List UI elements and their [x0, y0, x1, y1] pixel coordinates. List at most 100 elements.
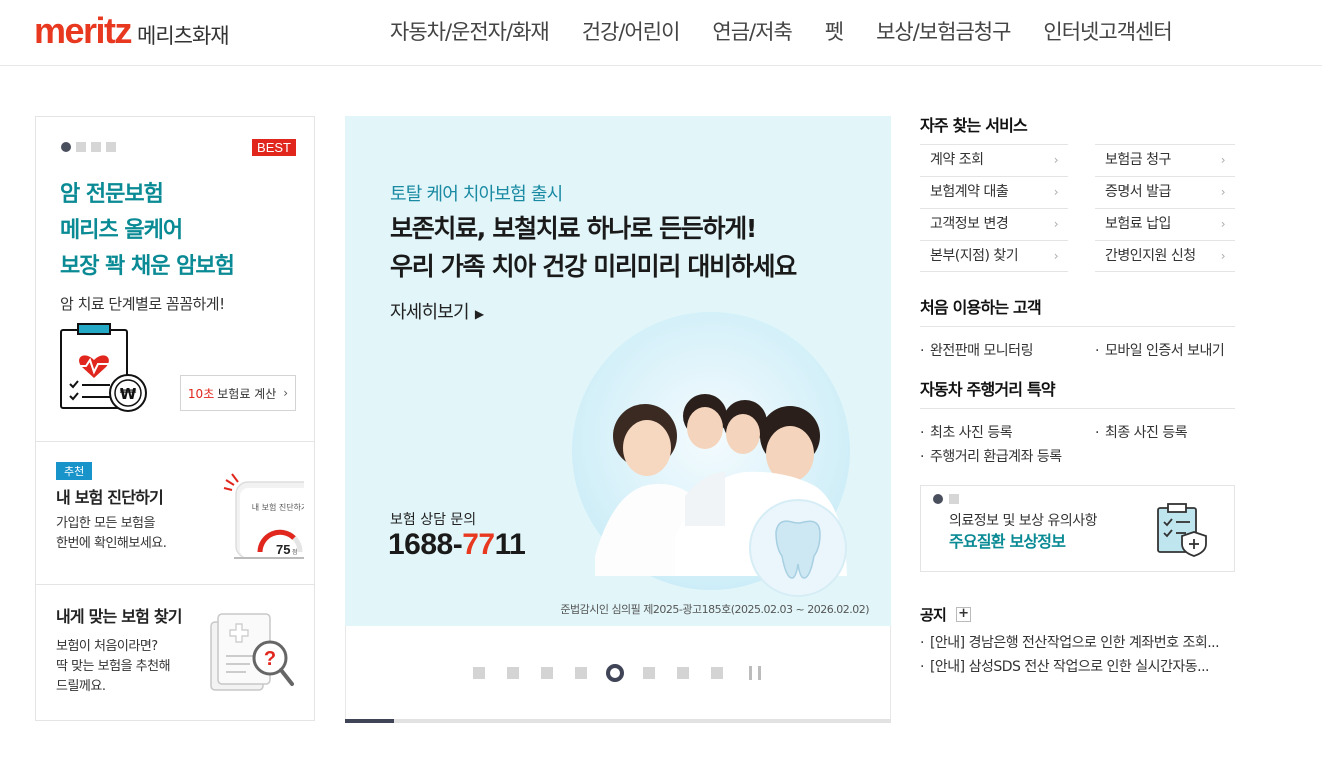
- svg-text:₩: ₩: [120, 385, 137, 403]
- banner-slide-dot[interactable]: [677, 667, 689, 679]
- banner-more-link[interactable]: 자세히보기 ▶: [390, 298, 484, 324]
- banner-slide-dot[interactable]: [643, 667, 655, 679]
- service-claim[interactable]: 보험금 청구 ›: [1095, 144, 1235, 176]
- promo-slide-indicator: [61, 142, 121, 152]
- medical-info-banner[interactable]: 의료정보 및 보상 유의사항 주요질환 보상정보: [920, 485, 1235, 572]
- banner-slide-dot[interactable]: [575, 667, 587, 679]
- best-badge: BEST: [252, 139, 296, 156]
- nav-claims[interactable]: 보상/보험금청구: [876, 16, 1011, 46]
- find-insurance-card[interactable]: 내게 맞는 보험 찾기 보험이 처음이라면? 딱 맞는 보험을 추천해 드릴께요…: [36, 585, 314, 720]
- notice-title: 공지: [920, 606, 947, 624]
- find-text: 보험이 처음이라면? 딱 맞는 보험을 추천해 드릴께요.: [56, 637, 171, 697]
- service-label: 보험료 납입: [1105, 216, 1171, 232]
- banner-headline: 보존치료, 보철치료 하나로 든든하게! 우리 가족 치아 건강 미리미리 대비…: [390, 210, 797, 286]
- tooth-icon: [749, 499, 847, 597]
- service-label: 본부(지점) 찾기: [930, 248, 1019, 264]
- premium-calc-button[interactable]: 10초 보험료 계산 ›: [180, 375, 296, 411]
- find-text-line: 딱 맞는 보험을 추천해: [56, 659, 171, 674]
- service-label: 고객정보 변경: [930, 216, 1009, 232]
- main-banner[interactable]: 토탈 케어 치아보험 출시 보존치료, 보철치료 하나로 든든하게! 우리 가족…: [345, 116, 891, 626]
- logo[interactable]: meritz 메리츠화재: [34, 10, 230, 52]
- diagnosis-text-line: 한번에 확인해보세요.: [56, 536, 167, 551]
- banner-pager: [345, 626, 891, 720]
- plus-icon[interactable]: +: [956, 607, 972, 622]
- insurance-diagnosis-card[interactable]: 추천 내 보험 진단하기 가입한 모든 보험을 한번에 확인해보세요. 내 보험…: [36, 442, 314, 585]
- promo-slide-dot[interactable]: [76, 142, 86, 152]
- banner-slide-indicator: [473, 664, 761, 682]
- chevron-right-icon: ›: [1053, 153, 1059, 167]
- chevron-right-icon: ›: [1220, 217, 1226, 231]
- link-final-photo[interactable]: 최종 사진 등록: [1095, 422, 1188, 442]
- banner-progress: [345, 719, 891, 723]
- info-line1: 의료정보 및 보상 유의사항: [949, 513, 1098, 529]
- banner-slide-dot[interactable]: [711, 667, 723, 679]
- link-refund-account[interactable]: 주행거리 환급계좌 등록: [920, 446, 1062, 466]
- recommend-tag: 추천: [56, 462, 93, 480]
- notice-item[interactable]: [안내] 삼성SDS 전산 작업으로 인한 실시간자동...: [920, 656, 1235, 676]
- nav-customer-center[interactable]: 인터넷고객센터: [1043, 16, 1172, 46]
- banner-slide-dot[interactable]: [507, 667, 519, 679]
- nav-pet[interactable]: 펫: [825, 16, 844, 46]
- promo-slide-dot[interactable]: [91, 142, 101, 152]
- calc-highlight: 10초: [187, 386, 215, 401]
- chevron-right-icon: ›: [283, 386, 289, 400]
- banner-slide-dot[interactable]: [541, 667, 553, 679]
- document-search-icon: ?: [210, 613, 294, 691]
- medical-document-shield-icon: [1157, 503, 1207, 557]
- service-certificate[interactable]: 증명서 발급 ›: [1095, 176, 1235, 208]
- service-caregiver-support[interactable]: 간병인지원 신청 ›: [1095, 240, 1235, 272]
- phone-diagnosis-icon: 내 보험 진단하기 75 점: [223, 473, 304, 559]
- service-contract-inquiry[interactable]: 계약 조회 ›: [920, 144, 1068, 176]
- frequent-services-title: 자주 찾는 서비스: [920, 116, 1028, 135]
- banner-more-label: 자세히보기: [390, 302, 470, 323]
- find-text-line: 보험이 처음이라면?: [56, 639, 158, 654]
- services-column: 계약 조회 › 보험계약 대출 › 고객정보 변경 › 본부(지점) 찾기 ›: [920, 144, 1068, 272]
- promo-slide-dot-active[interactable]: [61, 142, 71, 152]
- info-slide-dot-active[interactable]: [933, 494, 943, 504]
- notice-item[interactable]: [안내] 경남은행 전산작업으로 인한 계좌번호 조회...: [920, 632, 1235, 652]
- banner-slide-dot-active[interactable]: [606, 664, 624, 682]
- promo-slide-dot[interactable]: [106, 142, 116, 152]
- nav-health-kids[interactable]: 건강/어린이: [582, 16, 681, 46]
- cancer-insurance-promo[interactable]: BEST 암 전문보험 메리츠 올케어 보장 꽉 채운 암보험 암 치료 단계별…: [36, 117, 314, 442]
- banner-slide-dot[interactable]: [473, 667, 485, 679]
- diagnosis-text: 가입한 모든 보험을 한번에 확인해보세요.: [56, 514, 167, 554]
- find-text-line: 드릴께요.: [56, 679, 106, 694]
- service-customer-info-change[interactable]: 고객정보 변경 ›: [920, 208, 1068, 240]
- main-nav: 자동차/운전자/화재 건강/어린이 연금/저축 펫 보상/보험금청구 인터넷고객…: [390, 16, 1205, 46]
- diagnosis-score-unit: 점: [292, 549, 298, 556]
- service-premium-payment[interactable]: 보험료 납입 ›: [1095, 208, 1235, 240]
- chevron-right-icon: ›: [1053, 185, 1059, 199]
- link-first-photo[interactable]: 최초 사진 등록: [920, 422, 1013, 442]
- service-branch-finder[interactable]: 본부(지점) 찾기 ›: [920, 240, 1068, 272]
- divider: [920, 326, 1235, 327]
- pause-icon[interactable]: [749, 666, 761, 680]
- service-label: 보험계약 대출: [930, 184, 1009, 200]
- promo-title-line: 보장 꽉 채운 암보험: [60, 254, 235, 279]
- notice-header: 공지 +: [920, 604, 972, 625]
- chevron-right-icon: ›: [1053, 217, 1059, 231]
- svg-text:?: ?: [264, 648, 276, 670]
- banner-headline-line: 우리 가족 치아 건강 미리미리 대비하세요: [390, 252, 797, 281]
- play-arrow-icon: ▶: [474, 307, 484, 321]
- link-mobile-cert[interactable]: 모바일 인증서 보내기: [1095, 340, 1225, 360]
- nav-auto-driver-fire[interactable]: 자동차/운전자/화재: [390, 16, 550, 46]
- services-column: 보험금 청구 › 증명서 발급 › 보험료 납입 › 간병인지원 신청 ›: [1095, 144, 1235, 272]
- right-column: 자주 찾는 서비스 계약 조회 › 보험계약 대출 › 고객정보 변경 › 본부(지점…: [920, 112, 1236, 675]
- link-sales-monitoring[interactable]: 완전판매 모니터링: [920, 340, 1033, 360]
- header: meritz 메리츠화재 자동차/운전자/화재 건강/어린이 연금/저축 펫 보…: [0, 0, 1322, 66]
- info-slide-dot[interactable]: [949, 494, 959, 504]
- service-policy-loan[interactable]: 보험계약 대출 ›: [920, 176, 1068, 208]
- chevron-right-icon: ›: [1220, 249, 1226, 263]
- promo-title: 암 전문보험 메리츠 올케어 보장 꽉 채운 암보험: [60, 177, 235, 285]
- banner-legal-notice: 준법감시인 심의필 제2025-광고185호(2025.02.03 ~ 2026…: [560, 603, 869, 616]
- promo-title-line: 메리츠 올케어: [60, 218, 183, 243]
- nav-pension-savings[interactable]: 연금/저축: [712, 16, 792, 46]
- service-label: 보험금 청구: [1105, 152, 1171, 168]
- banner-progress-fill: [345, 719, 395, 723]
- chevron-right-icon: ›: [1220, 153, 1226, 167]
- first-customer-title: 처음 이용하는 고객: [920, 298, 1042, 317]
- consult-phone[interactable]: 1688-7711: [388, 528, 526, 562]
- left-column: BEST 암 전문보험 메리츠 올케어 보장 꽉 채운 암보험 암 치료 단계별…: [35, 116, 315, 721]
- diagnosis-score: 75: [276, 542, 290, 557]
